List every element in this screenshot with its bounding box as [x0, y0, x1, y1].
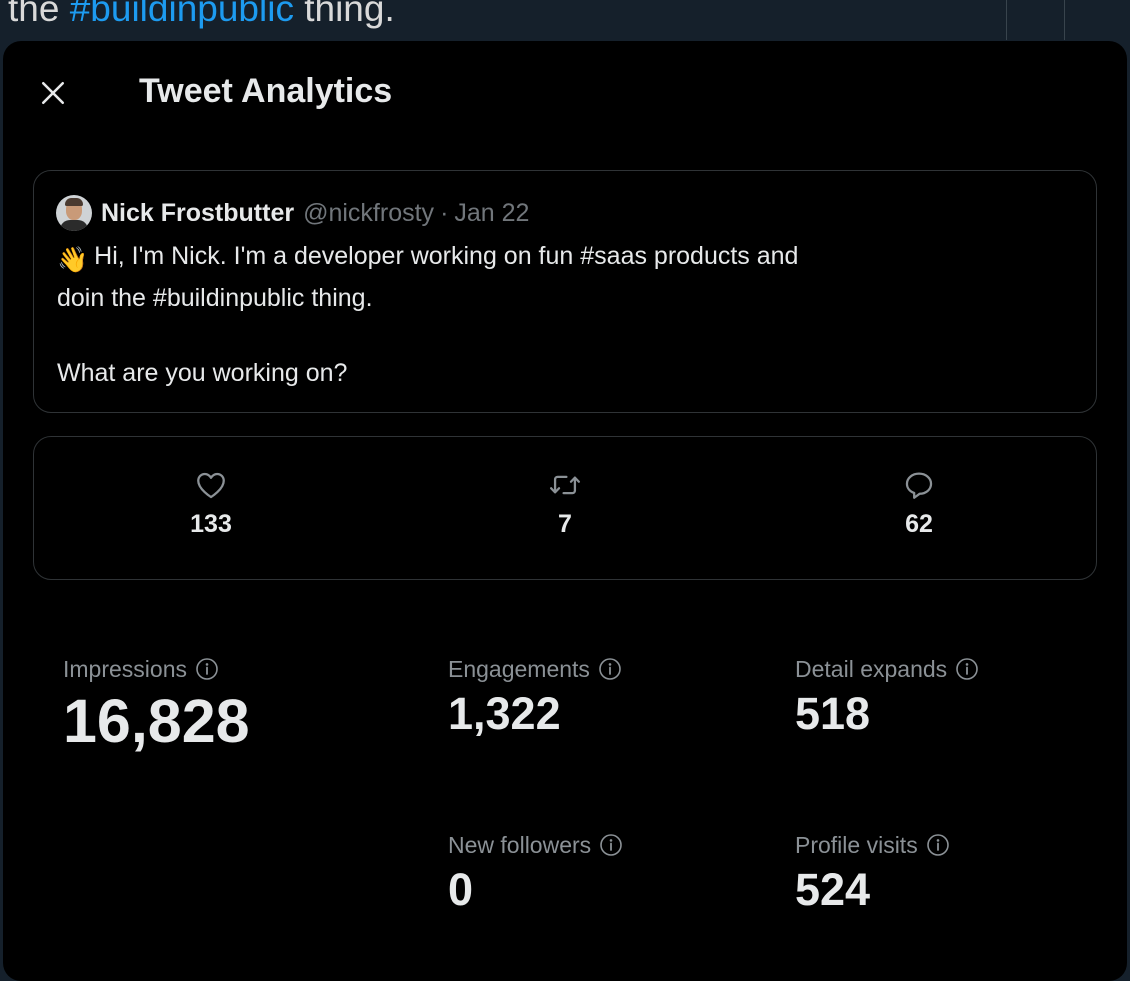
engagements-label: Engagements: [448, 656, 590, 682]
tweet-line-2: doin the #buildinpublic thing.: [57, 284, 373, 312]
background-divider: [1064, 0, 1065, 40]
likes-stat: 133: [151, 467, 271, 539]
close-icon: [41, 81, 65, 105]
new-followers-value: 0: [448, 864, 474, 915]
new-followers-label: New followers: [448, 832, 592, 858]
info-icon[interactable]: [599, 833, 623, 857]
impressions-value: 16,828: [63, 687, 250, 755]
info-icon[interactable]: [195, 657, 219, 681]
tweet-header: Nick Frostbutter @nickfrosty · Jan 22: [56, 195, 529, 231]
close-button[interactable]: [31, 71, 75, 115]
replies-count: 62: [905, 510, 933, 538]
background-tweet-text: the #buildinpublic thing.: [8, 0, 395, 30]
new-followers-metric: New followers 0: [448, 830, 623, 916]
impressions-label: Impressions: [63, 656, 187, 682]
impressions-metric: Impressions 16,828: [63, 654, 250, 756]
retweets-count: 7: [558, 510, 572, 538]
profile-visits-label: Profile visits: [795, 832, 918, 858]
modal-title: Tweet Analytics: [139, 72, 393, 110]
background-text-prefix: the: [8, 0, 70, 29]
heart-icon: [197, 472, 225, 499]
avatar[interactable]: [56, 195, 92, 231]
retweets-stat: 7: [505, 467, 625, 539]
tweet-preview-card[interactable]: Nick Frostbutter @nickfrosty · Jan 22 👋 H…: [33, 170, 1097, 413]
replies-stat: 62: [859, 467, 979, 539]
engagements-value: 1,322: [448, 688, 561, 739]
author-name[interactable]: Nick Frostbutter: [101, 195, 294, 231]
tweet-line-1-text: Hi, I'm Nick. I'm a developer working on…: [94, 242, 799, 270]
tweet-analytics-modal: Tweet Analytics Nick Frostbutter @nickfr…: [3, 41, 1127, 981]
engagement-stats-card: 133 7 62: [33, 436, 1097, 580]
profile-visits-metric: Profile visits 524: [795, 830, 950, 916]
engagements-metric: Engagements 1,322: [448, 654, 622, 740]
waving-hand-icon: 👋: [57, 246, 89, 274]
reply-icon: [905, 472, 933, 499]
info-icon[interactable]: [955, 657, 979, 681]
background-text-suffix: thing.: [293, 0, 395, 29]
tweet-line-3: What are you working on?: [57, 359, 348, 387]
detail-expands-metric: Detail expands 518: [795, 654, 979, 740]
info-icon[interactable]: [598, 657, 622, 681]
detail-expands-value: 518: [795, 688, 871, 739]
background-hashtag-link[interactable]: #buildinpublic: [70, 0, 294, 29]
retweet-icon: [549, 475, 581, 495]
tweet-line-1: 👋 Hi, I'm Nick. I'm a developer working o…: [57, 237, 957, 279]
author-handle[interactable]: @nickfrosty: [303, 195, 434, 231]
tweet-date[interactable]: Jan 22: [454, 195, 529, 231]
likes-count: 133: [190, 510, 232, 538]
info-icon[interactable]: [926, 833, 950, 857]
profile-visits-value: 524: [795, 864, 871, 915]
separator-dot: ·: [440, 199, 449, 227]
background-divider: [1006, 0, 1007, 40]
tweet-text: 👋 Hi, I'm Nick. I'm a developer working o…: [57, 237, 957, 392]
detail-expands-label: Detail expands: [795, 656, 948, 682]
